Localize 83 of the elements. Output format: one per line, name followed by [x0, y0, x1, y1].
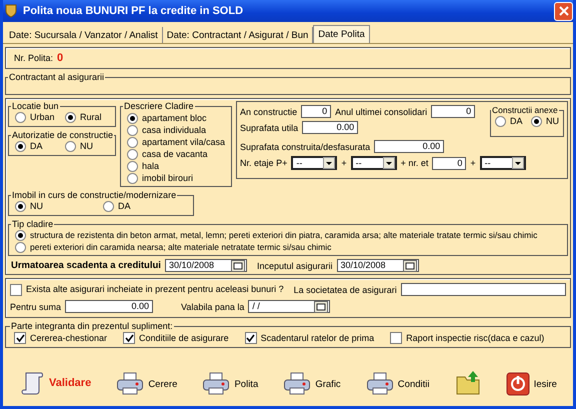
dropdown[interactable]: -- [350, 156, 397, 170]
check-icon [16, 334, 24, 342]
close-icon [558, 6, 568, 16]
radio-option[interactable]: Urban [15, 112, 57, 123]
date-field[interactable]: / / [248, 300, 330, 313]
number-field[interactable]: 0 [432, 156, 466, 170]
radio-option[interactable]: DA [495, 116, 523, 127]
calendar-icon [402, 260, 416, 272]
calendar-icon [314, 300, 328, 312]
folder-button[interactable] [454, 370, 481, 396]
radio-option[interactable]: pereti exteriori din caramida nearsa; alte materiale netratate termic si/sau chimic [15, 241, 561, 253]
group-title: Constructii anexe [492, 105, 558, 115]
group-title: Descriere Cladire [124, 101, 194, 111]
group-title: Autorizatie de constructie [12, 130, 114, 140]
radio-option[interactable]: imobil birouri [127, 172, 226, 184]
plus-label: + [341, 158, 347, 168]
print-button[interactable]: Polita [202, 372, 258, 396]
calendar-icon [230, 260, 245, 272]
close-button[interactable] [554, 2, 573, 20]
tab[interactable]: Date: Sucursala / Vanzator / Analist [5, 27, 163, 43]
number-field[interactable]: 0.00 [374, 140, 444, 153]
exit-button[interactable]: Iesire [506, 372, 557, 396]
checkbox-option[interactable]: Conditiile de asigurare [123, 332, 229, 344]
number-field[interactable]: 0 [431, 105, 476, 118]
shield-icon [4, 4, 18, 18]
policy-number-label: Nr. Polita: [14, 53, 54, 63]
text-field[interactable] [400, 283, 566, 296]
group-title: Parte integranta din prezentul supliment: [11, 321, 173, 331]
field-label: Urmatoarea scadenta a creditului [11, 260, 161, 271]
radio-option[interactable]: structura de rezistenta din beton armat, metal, lemn; pereti exteriori din piatra, caramida arsa; alte materiale tratate termic si/sau chimic [15, 229, 561, 241]
field-label: Nr. etaje P+ [240, 158, 288, 168]
window-title: Polita noua BUNURI PF la credite in SOLD [23, 5, 244, 17]
radio-option[interactable]: casa individuala [127, 124, 226, 136]
group-title: Tip cladire [12, 219, 54, 229]
checkbox-option[interactable]: Cererea-chestionar [14, 332, 108, 344]
group-title: Locatie bun [12, 101, 59, 111]
radio-option[interactable]: NU [15, 201, 95, 212]
radio-option[interactable]: apartament vila/casa [127, 136, 226, 148]
field-label: Inceputul asigurarii [256, 260, 332, 270]
radio-option[interactable]: DA [15, 141, 57, 152]
print-button[interactable]: Cerere [116, 372, 178, 396]
folder-icon [454, 370, 481, 396]
power-icon [506, 372, 530, 396]
scroll-icon [19, 370, 45, 396]
number-field[interactable]: 0.00 [65, 300, 154, 313]
plus-label: + nr. et [400, 158, 428, 168]
radio-option[interactable]: apartament bloc [127, 112, 226, 124]
radio-option[interactable]: NU [531, 116, 559, 127]
check-icon [246, 334, 256, 342]
radio-option[interactable]: NU [65, 141, 107, 152]
field-label: Pentru suma [10, 302, 62, 312]
number-field[interactable]: 0.00 [302, 121, 358, 134]
printer-icon [366, 372, 394, 396]
date-field[interactable]: 30/10/2008 [336, 259, 418, 272]
print-button[interactable]: Grafic [283, 372, 341, 396]
check-icon [124, 334, 134, 342]
field-label: Suprafata utila [240, 122, 298, 132]
radio-option[interactable]: casa de vacanta [127, 148, 226, 160]
field-label: Valabila pana la [181, 302, 244, 312]
radio-option[interactable]: DA [103, 201, 183, 212]
radio-option[interactable]: Rural [65, 112, 107, 123]
radio-option[interactable]: hala [127, 160, 226, 172]
field-label: Suprafata construita/desfasurata [240, 142, 370, 152]
printer-icon [116, 372, 144, 396]
printer-icon [283, 372, 312, 396]
tab[interactable]: Date Polita [313, 25, 370, 43]
dropdown[interactable]: -- [291, 156, 338, 170]
printer-icon [202, 372, 230, 396]
number-field[interactable]: 0 [301, 105, 332, 118]
group-title: Contractant al asigurarii [9, 72, 104, 82]
checkbox-option[interactable]: Exista alte asigurari incheiate in prezent pentru aceleasi bunuri ? [10, 284, 284, 296]
policy-number-value: 0 [57, 52, 64, 64]
checkbox-option[interactable]: Raport inspectie risc(daca e cazul) [390, 332, 544, 344]
checkbox-option[interactable]: Scadentarul ratelor de prima [244, 332, 374, 344]
dropdown[interactable]: -- [480, 156, 526, 170]
group-title: Imobil in curs de constructie/modernizare [12, 190, 176, 200]
validate-button[interactable]: Validare [19, 370, 92, 396]
plus-label: + [470, 158, 476, 168]
field-label: An constructie [240, 106, 298, 116]
date-field[interactable]: 30/10/2008 [164, 259, 247, 272]
field-label: Anul ultimei consolidari [335, 106, 428, 116]
print-button[interactable]: Conditii [366, 372, 430, 396]
field-label: La societatea de asigurari [294, 284, 397, 294]
